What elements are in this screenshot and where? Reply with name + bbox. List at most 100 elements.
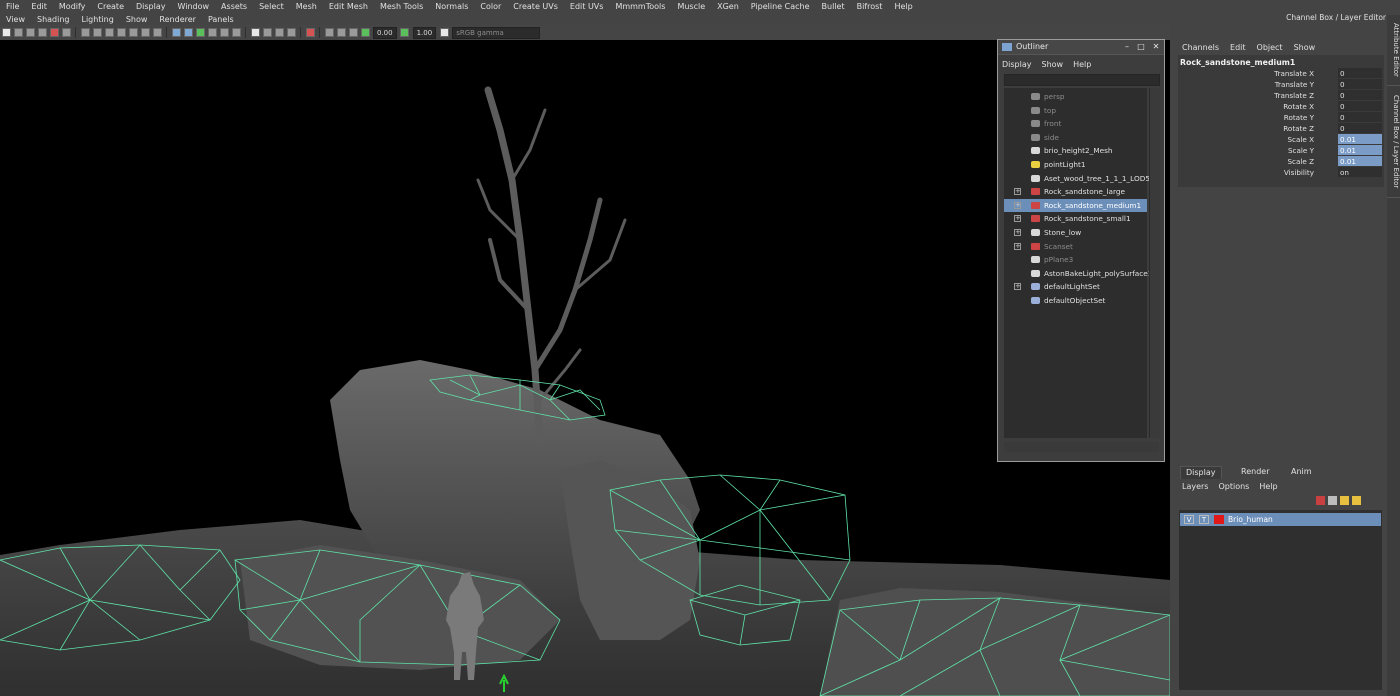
close-icon[interactable]: ✕ bbox=[1151, 42, 1161, 51]
channel-attribute[interactable]: Translate Z 0 bbox=[1178, 90, 1384, 101]
attribute-value-field[interactable]: 0 bbox=[1338, 90, 1382, 100]
menu-select[interactable]: Select bbox=[253, 2, 290, 11]
menu-edit-uvs[interactable]: Edit UVs bbox=[564, 2, 610, 11]
outliner-search-input[interactable] bbox=[1004, 74, 1160, 86]
channel-attribute[interactable]: Rotate X 0 bbox=[1178, 101, 1384, 112]
outliner-vertical-scrollbar[interactable] bbox=[1149, 88, 1160, 438]
gamma-icon[interactable] bbox=[400, 28, 410, 37]
viewport-menu-shading[interactable]: Shading bbox=[31, 15, 76, 24]
menu-modify[interactable]: Modify bbox=[53, 2, 92, 11]
outliner-item[interactable]: brio_height2_Mesh bbox=[1004, 144, 1147, 157]
menu-create[interactable]: Create bbox=[91, 2, 130, 11]
menu-edit[interactable]: Edit bbox=[25, 2, 53, 11]
viewport-menu-lighting[interactable]: Lighting bbox=[75, 15, 119, 24]
2d-pan-icon[interactable] bbox=[49, 28, 59, 37]
outliner-menu-display[interactable]: Display bbox=[1002, 60, 1032, 69]
wireframe-on-shaded-icon[interactable] bbox=[195, 28, 205, 37]
isolate-select-icon[interactable] bbox=[305, 28, 315, 37]
outliner-menu-show[interactable]: Show bbox=[1042, 60, 1064, 69]
outliner-menu-help[interactable]: Help bbox=[1073, 60, 1091, 69]
xray-joints-icon[interactable] bbox=[348, 28, 358, 37]
outliner-item[interactable]: front bbox=[1004, 117, 1147, 130]
outliner-item[interactable]: + Rock_sandstone_large bbox=[1004, 185, 1147, 198]
safe-action-icon[interactable] bbox=[140, 28, 150, 37]
outliner-item[interactable]: + Scanset bbox=[1004, 240, 1147, 253]
bookmark-icon[interactable] bbox=[25, 28, 35, 37]
layer-list[interactable]: V T Brio_human bbox=[1179, 510, 1382, 690]
selected-object-name[interactable]: Rock_sandstone_medium1 bbox=[1180, 58, 1295, 67]
new-layer-from-selected-icon[interactable] bbox=[1328, 496, 1337, 505]
layer-color-swatch[interactable] bbox=[1214, 515, 1224, 524]
outliner-titlebar[interactable]: Outliner – □ ✕ bbox=[998, 40, 1164, 55]
viewport-menu-show[interactable]: Show bbox=[120, 15, 154, 24]
image-plane-icon[interactable] bbox=[37, 28, 47, 37]
attribute-value-field[interactable]: 0 bbox=[1338, 101, 1382, 111]
menu-mesh-tools[interactable]: Mesh Tools bbox=[374, 2, 429, 11]
expand-icon[interactable]: + bbox=[1014, 229, 1021, 236]
tab-display[interactable]: Display bbox=[1180, 466, 1222, 479]
outliner-item[interactable]: persp bbox=[1004, 90, 1147, 103]
viewport-3d[interactable] bbox=[0, 40, 1170, 696]
channel-attribute[interactable]: Translate Y 0 bbox=[1178, 79, 1384, 90]
outliner-window[interactable]: Outliner – □ ✕ Display Show Help persp top f… bbox=[997, 39, 1165, 462]
menu-display[interactable]: Display bbox=[130, 2, 172, 11]
smooth-shade-icon[interactable] bbox=[183, 28, 193, 37]
new-layer-icon[interactable] bbox=[1316, 496, 1325, 505]
layer-name[interactable]: Brio_human bbox=[1228, 513, 1273, 526]
tab-render[interactable]: Render bbox=[1236, 466, 1274, 478]
channel-attribute[interactable]: Translate X 0 bbox=[1178, 68, 1384, 79]
menu-mesh[interactable]: Mesh bbox=[290, 2, 323, 11]
use-all-lights-icon[interactable] bbox=[219, 28, 229, 37]
attribute-value-field[interactable]: 0.01 bbox=[1338, 134, 1382, 144]
ambient-occlusion-icon[interactable] bbox=[250, 28, 260, 37]
layer-menu-options[interactable]: Options bbox=[1218, 482, 1249, 491]
expand-icon[interactable]: + bbox=[1014, 242, 1021, 250]
channel-attribute[interactable]: Visibility on bbox=[1178, 167, 1384, 178]
menu-window[interactable]: Window bbox=[172, 2, 216, 11]
menu-bullet[interactable]: Bullet bbox=[816, 2, 851, 11]
menu-edit-mesh[interactable]: Edit Mesh bbox=[323, 2, 374, 11]
xray-icon[interactable] bbox=[324, 28, 334, 37]
expand-icon[interactable]: + bbox=[1014, 283, 1021, 291]
outliner-horizontal-scrollbar[interactable] bbox=[1004, 442, 1159, 452]
layer-down-icon[interactable] bbox=[1352, 496, 1361, 505]
outliner-item[interactable]: defaultObjectSet bbox=[1004, 294, 1147, 307]
channel-menu-show[interactable]: Show bbox=[1294, 43, 1316, 52]
outliner-item[interactable]: + Rock_sandstone_medium1 bbox=[1004, 198, 1147, 212]
channel-attribute[interactable]: Scale X 0.01 bbox=[1178, 134, 1384, 145]
viewport-scene[interactable] bbox=[0, 40, 1170, 696]
outliner-item[interactable]: AstonBakeLight_polySurface1 bbox=[1004, 267, 1152, 280]
shadows-icon[interactable] bbox=[231, 28, 241, 37]
grid-icon[interactable] bbox=[80, 28, 90, 37]
gamma-field[interactable]: 1.00 bbox=[412, 26, 437, 39]
attribute-value-field[interactable]: on bbox=[1338, 167, 1382, 177]
layer-menu-layers[interactable]: Layers bbox=[1182, 482, 1208, 491]
gate-mask-icon[interactable] bbox=[116, 28, 126, 37]
layer-up-icon[interactable] bbox=[1340, 496, 1349, 505]
camera-attributes-icon[interactable] bbox=[13, 28, 23, 37]
menu-pipeline-cache[interactable]: Pipeline Cache bbox=[745, 2, 816, 11]
outliner-item[interactable]: Aset_wood_tree_1_1_1_LOD5 bbox=[1004, 172, 1150, 185]
menu-normals[interactable]: Normals bbox=[429, 2, 474, 11]
menu-assets[interactable]: Assets bbox=[215, 2, 253, 11]
tab-anim[interactable]: Anim bbox=[1286, 466, 1317, 478]
grease-pencil-icon[interactable] bbox=[61, 28, 71, 37]
channel-attribute[interactable]: Rotate Z 0 bbox=[1178, 123, 1384, 134]
side-tab-channel-box-layer-editor[interactable]: Channel Box / Layer Editor bbox=[1387, 87, 1400, 198]
outliner-item[interactable]: pointLight1 bbox=[1004, 158, 1147, 171]
exposure-field[interactable]: 0.00 bbox=[373, 26, 397, 39]
field-chart-icon[interactable] bbox=[128, 28, 138, 37]
channel-menu-channels[interactable]: Channels bbox=[1182, 43, 1219, 52]
resolution-gate-icon[interactable] bbox=[104, 28, 114, 37]
channel-menu-object[interactable]: Object bbox=[1257, 43, 1283, 52]
motion-blur-icon[interactable] bbox=[262, 28, 272, 37]
display-type-toggle[interactable]: T bbox=[1199, 515, 1209, 524]
outliner-item[interactable]: pPlane3 bbox=[1004, 253, 1147, 266]
maximize-icon[interactable]: □ bbox=[1136, 42, 1146, 51]
side-tab-attribute-editor[interactable]: Attribute Editor bbox=[1387, 15, 1400, 86]
outliner-list[interactable]: persp top front side brio_height2_Mesh pointL… bbox=[1004, 88, 1152, 438]
menu-create-uvs[interactable]: Create UVs bbox=[507, 2, 564, 11]
expand-icon[interactable]: + bbox=[1014, 201, 1021, 209]
attribute-value-field[interactable]: 0.01 bbox=[1338, 145, 1382, 155]
menu-xgen[interactable]: XGen bbox=[711, 2, 745, 11]
